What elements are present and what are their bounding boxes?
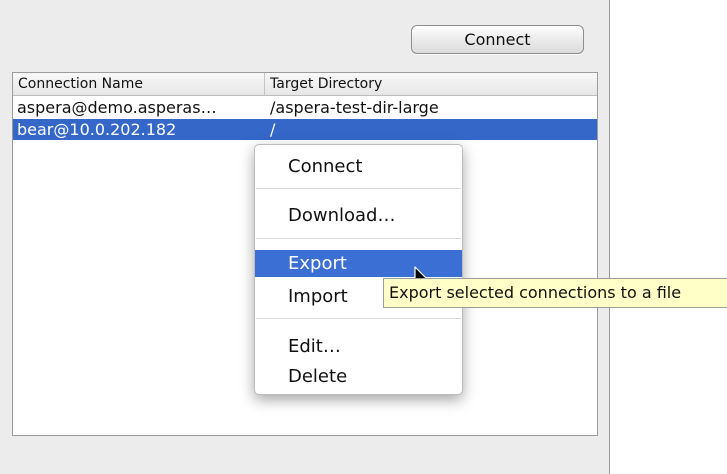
target-directory-cell: / [270,120,276,139]
connection-name-cell: aspera@demo.asperas… [17,98,217,117]
target-directory-cell: /aspera-test-dir-large [270,98,439,117]
connection-name-cell: bear@10.0.202.182 [17,120,177,139]
context-menu: Connect Download… Export Import Edit… De… [254,144,463,395]
column-header-connection-name[interactable]: Connection Name [13,73,265,95]
table-row[interactable]: aspera@demo.asperas… /aspera-test-dir-la… [13,97,597,119]
table-header: Connection Name Target Directory [13,73,597,96]
table-row-selected[interactable]: bear@10.0.202.182 / [13,119,597,140]
menu-separator [256,188,461,189]
column-header-target-directory[interactable]: Target Directory [265,73,597,95]
menu-item-download[interactable]: Download… [255,202,462,229]
menu-item-edit[interactable]: Edit… [255,333,462,360]
tooltip: Export selected connections to a file [383,278,727,308]
menu-separator [256,318,461,319]
menu-item-delete[interactable]: Delete [255,363,462,390]
menu-item-connect[interactable]: Connect [255,153,462,180]
menu-separator [256,238,461,239]
menu-item-export[interactable]: Export [255,250,462,277]
connect-button[interactable]: Connect [411,25,584,54]
